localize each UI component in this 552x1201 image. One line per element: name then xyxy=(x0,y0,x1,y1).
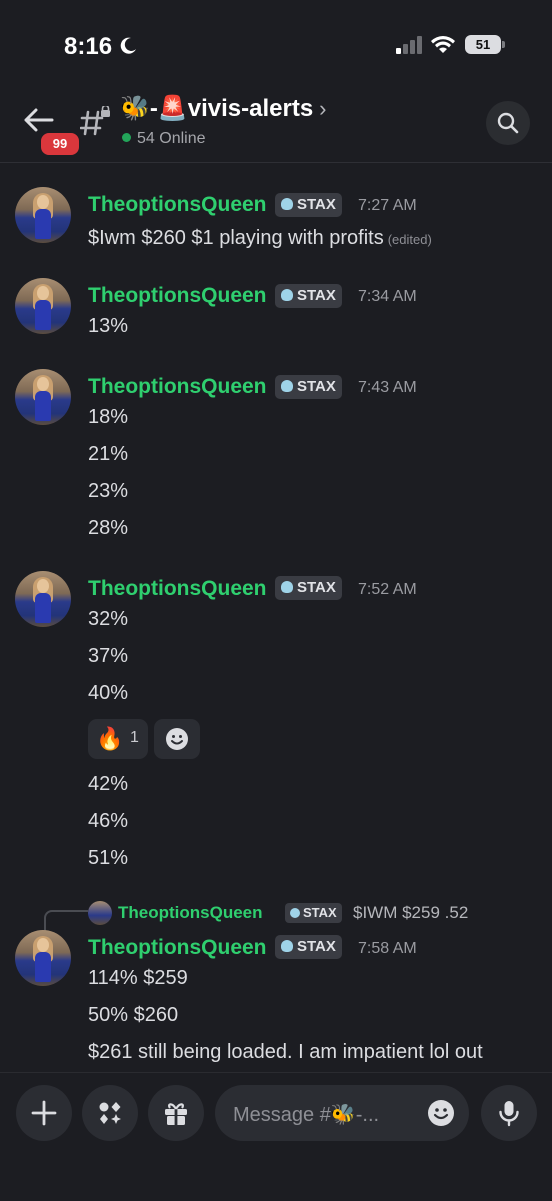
battery-indicator: 51 xyxy=(465,35,501,54)
role-icon xyxy=(281,581,293,593)
message-text: 50% $260 xyxy=(88,1004,179,1026)
message-timestamp: 7:34 AM xyxy=(358,288,417,305)
message-text: 21% xyxy=(88,443,129,465)
avatar[interactable] xyxy=(15,930,71,986)
channel-header: 99 🐝-🚨vivis-alerts › 54 Online xyxy=(0,80,552,163)
role-tag: STAX xyxy=(275,193,342,217)
apps-button[interactable] xyxy=(82,1085,138,1141)
mic-icon xyxy=(499,1101,519,1127)
role-icon xyxy=(290,908,300,918)
unread-badge: 99 xyxy=(38,130,82,158)
message-timestamp: 7:52 AM xyxy=(358,581,417,598)
avatar[interactable] xyxy=(15,571,71,627)
message-text: 46% xyxy=(88,810,129,832)
role-icon xyxy=(281,198,293,210)
message-text: 40% xyxy=(88,682,129,704)
message-text: 32% xyxy=(88,608,129,630)
attach-button[interactable] xyxy=(16,1085,72,1141)
message-placeholder: Message #🐝-... xyxy=(233,1104,380,1126)
apps-icon xyxy=(99,1102,121,1124)
message-text: 51% xyxy=(88,847,129,869)
message-text: 23% xyxy=(88,480,129,502)
message-timestamp: 7:43 AM xyxy=(358,379,417,396)
message-text: 114% $259 xyxy=(88,967,188,989)
emoji-icon[interactable] xyxy=(427,1099,455,1127)
role-tag: STAX xyxy=(275,935,342,959)
message-author[interactable]: TheoptionsQueen xyxy=(88,577,267,601)
signal-icon xyxy=(396,36,422,54)
message-text: $261 still being loaded. I am impatient … xyxy=(88,1041,483,1063)
role-tag: STAX xyxy=(275,375,342,399)
hashtag-lock-icon xyxy=(80,106,110,136)
add-reaction-button[interactable] xyxy=(154,719,200,759)
wifi-icon xyxy=(431,36,455,53)
search-icon xyxy=(497,112,519,134)
message-author[interactable]: TheoptionsQueen xyxy=(88,936,267,960)
plus-icon xyxy=(31,1100,57,1126)
fire-emoji: 🔥 xyxy=(96,726,124,751)
message-text: 37% xyxy=(88,645,129,667)
avatar[interactable] xyxy=(15,278,71,334)
message-text: 13% xyxy=(88,315,129,337)
message-text: 42% xyxy=(88,773,129,795)
reply-author[interactable]: TheoptionsQueen xyxy=(118,903,263,923)
message-timestamp: 7:58 AM xyxy=(358,940,417,957)
message-input[interactable]: Message #🐝-... xyxy=(215,1085,469,1141)
message-timestamp: 7:27 AM xyxy=(358,197,417,214)
role-icon xyxy=(281,289,293,301)
online-label: 54 Online xyxy=(137,130,206,147)
chevron-right-icon: › xyxy=(319,96,327,121)
message-text: 28% xyxy=(88,517,129,539)
role-icon xyxy=(281,380,293,392)
message-text: 18% xyxy=(88,406,129,428)
status-bar: 8:16 51 xyxy=(0,0,552,80)
reaction-count: 1 xyxy=(130,729,139,746)
reply-avatar xyxy=(88,901,112,925)
role-tag: STAX xyxy=(275,576,342,600)
add-reaction-icon xyxy=(166,728,188,750)
channel-name: 🐝-🚨vivis-alerts xyxy=(120,95,314,122)
role-tag: STAX xyxy=(275,284,342,308)
message-author[interactable]: TheoptionsQueen xyxy=(88,375,267,399)
online-count: 54 Online xyxy=(122,130,206,148)
reply-role-tag: STAX xyxy=(285,903,342,923)
channel-title[interactable]: 🐝-🚨vivis-alerts › xyxy=(120,94,327,123)
avatar[interactable] xyxy=(15,369,71,425)
online-dot xyxy=(122,133,131,142)
message-text: $Iwm $260 $1 playing with profits (edited… xyxy=(88,227,432,249)
reaction-fire[interactable]: 🔥 1 xyxy=(88,719,148,759)
avatar[interactable] xyxy=(15,187,71,243)
role-icon xyxy=(281,940,293,952)
battery-tip xyxy=(502,41,505,48)
voice-message-button[interactable] xyxy=(481,1085,537,1141)
reply-preview[interactable]: $IWM $259 .52 xyxy=(353,903,468,923)
gift-button[interactable] xyxy=(148,1085,204,1141)
search-button[interactable] xyxy=(486,101,530,145)
gift-icon xyxy=(165,1103,187,1125)
edited-label: (edited) xyxy=(387,232,432,247)
clock: 8:16 xyxy=(64,33,113,60)
message-author[interactable]: TheoptionsQueen xyxy=(88,284,267,308)
composer-bar: Message #🐝-... xyxy=(0,1072,552,1201)
message-author[interactable]: TheoptionsQueen xyxy=(88,193,267,217)
moon-icon xyxy=(120,37,136,54)
